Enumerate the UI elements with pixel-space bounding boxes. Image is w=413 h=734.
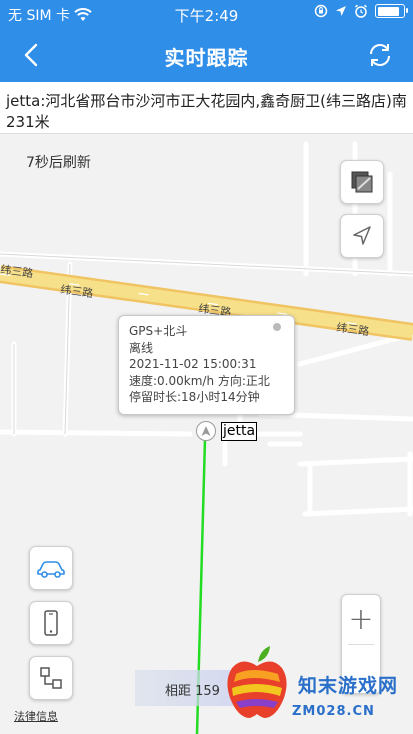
popup-close-icon[interactable]: [273, 323, 281, 331]
refresh-icon[interactable]: [365, 40, 395, 70]
popup-timestamp: 2021-11-02 15:00:31: [129, 357, 257, 371]
vehicle-marker[interactable]: [196, 421, 216, 441]
zoom-in-button[interactable]: +: [342, 595, 380, 643]
phone-button[interactable]: [29, 601, 73, 645]
navigation-arrow-icon: [353, 226, 371, 245]
legal-info-link[interactable]: 法律信息: [14, 708, 58, 724]
battery-fill: [377, 6, 400, 16]
alarm-icon: [354, 4, 368, 18]
watermark-text: 知末游戏网: [298, 675, 399, 697]
layers-icon: [351, 171, 373, 193]
refresh-countdown: 7秒后刷新: [26, 155, 91, 171]
popup-speed-direction: 速度:0.00km/h 方向:正北: [129, 373, 270, 388]
heading-arrow-icon: [201, 426, 211, 436]
popup-status: 离线: [129, 340, 154, 355]
status-right: [314, 4, 408, 18]
route-icon: [40, 667, 62, 689]
watermark-url: ZM028.CN: [292, 704, 375, 719]
status-bar: 无 SIM 卡 下午2:49: [0, 0, 413, 28]
location-arrow-icon: [336, 6, 346, 16]
orientation-lock-icon: [314, 4, 328, 18]
device-label: jetta: [221, 422, 258, 441]
car-button[interactable]: [29, 546, 73, 590]
watermark-apple-logo: [227, 646, 287, 718]
car-icon: [37, 561, 65, 578]
popup-positioning: GPS+北斗: [129, 324, 188, 338]
address-text: jetta:河北省邢台市沙河市正大花园内,鑫奇厨卫(纬三路店)南231米: [0, 82, 413, 134]
battery-icon: [375, 4, 408, 18]
page-title: 实时跟踪: [164, 46, 249, 70]
route-button[interactable]: [29, 656, 73, 700]
zoom-separator: [348, 644, 374, 645]
locate-button[interactable]: [340, 214, 384, 258]
layer-toggle-button[interactable]: [340, 160, 384, 204]
popup-stay-duration: 停留时长:18小时14分钟: [129, 390, 260, 404]
nav-bar: 实时跟踪: [0, 28, 413, 82]
info-popup: GPS+北斗 离线 2021-11-02 15:00:31 速度:0.00km/…: [118, 315, 295, 415]
map-view[interactable]: 纬三路 纬三路 纬三路 纬三路 7秒后刷新 GPS+北斗 离线 2021-11-…: [0, 134, 413, 734]
phone-icon: [44, 610, 58, 636]
